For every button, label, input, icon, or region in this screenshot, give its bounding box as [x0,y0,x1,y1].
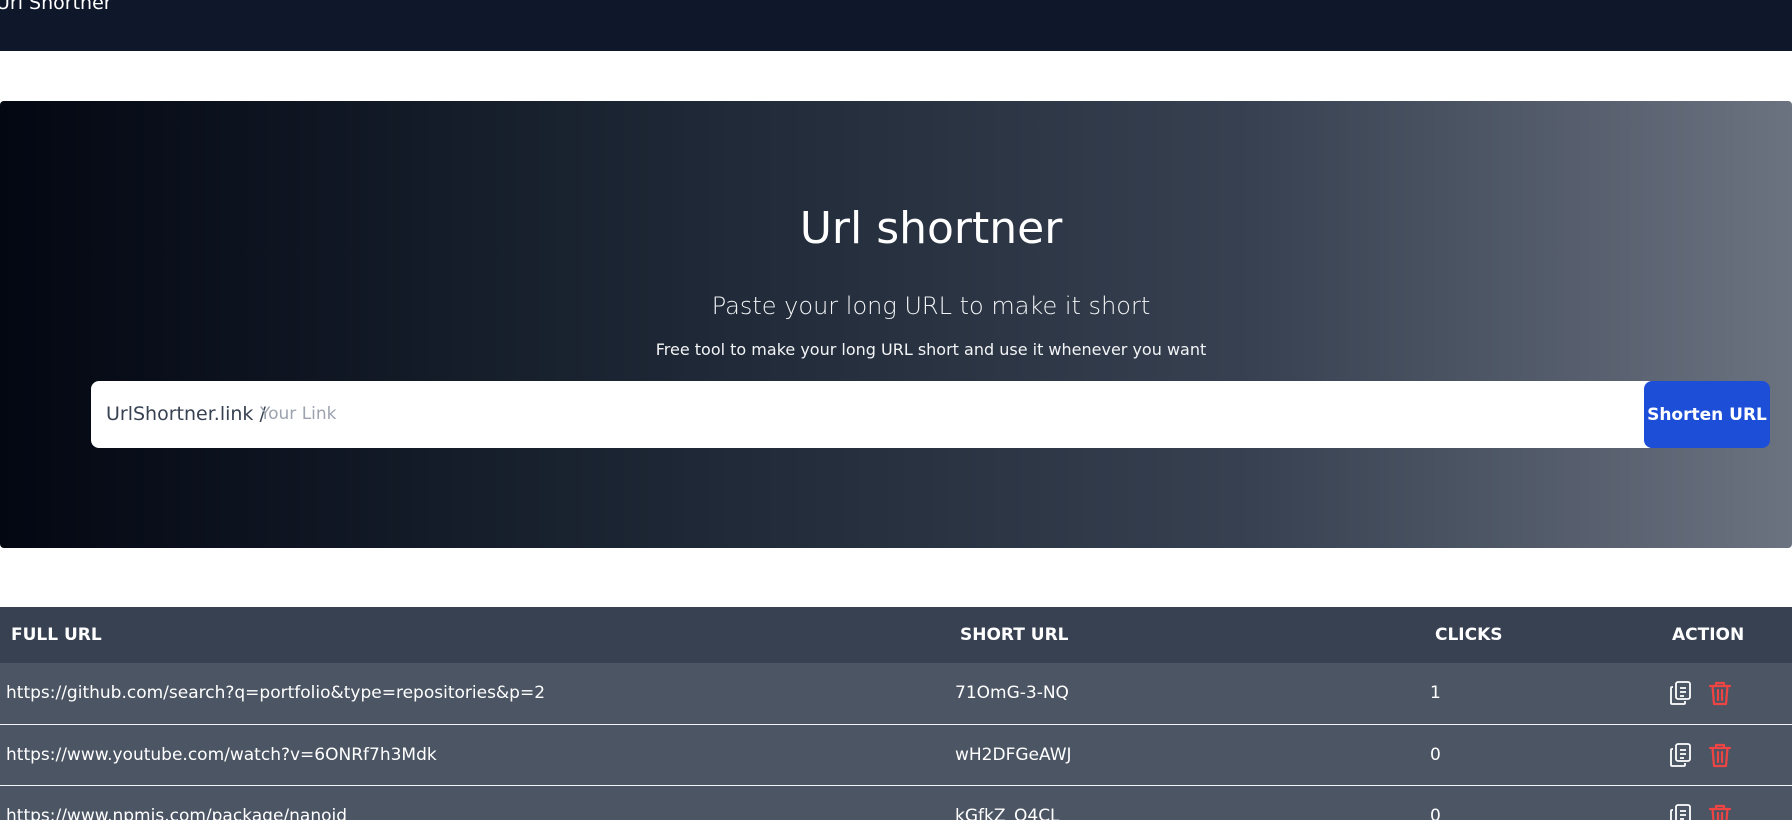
table-body: https://github.com/search?q=portfolio&ty… [0,663,1792,820]
column-header-action: Action [1672,625,1745,645]
copy-icon[interactable] [1668,679,1694,707]
column-header-full-url: Full URL [11,625,102,645]
url-prefix: UrlShortner.link / [106,403,266,425]
full-url-cell[interactable]: https://github.com/search?q=portfolio&ty… [0,663,955,724]
full-url-cell[interactable]: https://www.youtube.com/watch?v=6ONRf7h3… [0,724,955,785]
short-url-cell[interactable]: wH2DFGeAWJ [955,724,1430,785]
table-row: https://www.youtube.com/watch?v=6ONRf7h3… [0,724,1792,785]
hero-subtitle: Paste your long URL to make it short [711,292,1151,320]
shorten-url-button[interactable]: Shorten URL [1644,381,1770,448]
action-cell [1642,785,1792,820]
table-row: https://github.com/search?q=portfolio&ty… [0,663,1792,724]
clicks-cell: 0 [1430,744,1441,765]
navbar: Url Shortner [0,0,1792,51]
copy-icon[interactable] [1668,802,1694,820]
urls-table: Full URL Short URL Clicks Action https:/… [0,607,1792,820]
short-url-cell[interactable]: 71OmG-3-NQ [955,663,1430,724]
clicks-cell: 1 [1430,683,1441,704]
trash-icon[interactable] [1707,802,1733,820]
url-field: UrlShortner.link / [91,381,1651,448]
column-header-short-url: Short URL [960,625,1069,645]
link-input[interactable] [260,396,1640,432]
urls-table-container: Full URL Short URL Clicks Action https:/… [0,607,1792,820]
clicks-cell: 0 [1430,805,1441,820]
trash-icon[interactable] [1707,679,1733,707]
hero-section [0,101,1792,548]
short-url-cell[interactable]: kGfkZ_O4CL [955,785,1430,820]
action-cell [1642,724,1792,785]
action-cell [1642,663,1792,724]
trash-icon[interactable] [1707,741,1733,769]
copy-icon[interactable] [1668,741,1694,769]
table-header: Full URL Short URL Clicks Action [0,607,1792,663]
full-url-cell[interactable]: https://www.npmjs.com/package/nanoid [0,785,955,820]
column-header-clicks: Clicks [1435,625,1503,645]
table-row: https://www.npmjs.com/package/nanoid kGf… [0,785,1792,820]
shorten-form: UrlShortner.link / Shorten URL [91,381,1770,448]
hero-description: Free tool to make your long URL short an… [655,340,1207,359]
brand-title[interactable]: Url Shortner [0,0,112,13]
hero-title: Url shortner [799,203,1063,254]
